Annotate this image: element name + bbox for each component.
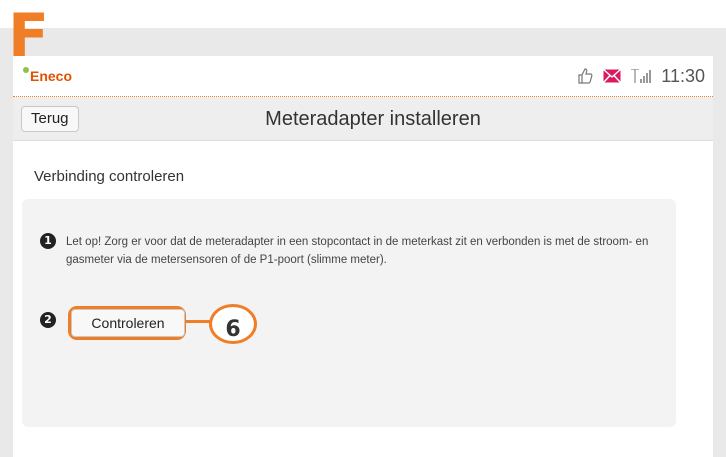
- logo-text: Eneco: [30, 68, 73, 84]
- page-title: Meteradapter installeren: [265, 108, 481, 130]
- status-bar: Eneco 11:30: [13, 56, 713, 97]
- signal-icon: [631, 69, 652, 83]
- eneco-logo: Eneco: [23, 67, 73, 84]
- section-heading: Verbinding controleren: [34, 168, 185, 185]
- clock: 11:30: [661, 65, 705, 86]
- step-number-1: 1: [40, 233, 56, 249]
- mail-icon: [603, 69, 622, 83]
- thumbs-up-icon: [577, 68, 593, 84]
- status-icons: 11:30: [577, 66, 705, 86]
- logo-mark-icon: [23, 67, 29, 73]
- step-number-2: 2: [40, 312, 56, 328]
- navigation-bar: Terug Meteradapter installeren: [13, 97, 713, 141]
- step-1-text: Let op! Zorg er voor dat de meteradapter…: [66, 236, 649, 266]
- callout-number-badge: 6: [209, 304, 257, 344]
- controleren-button[interactable]: Controleren: [71, 309, 185, 337]
